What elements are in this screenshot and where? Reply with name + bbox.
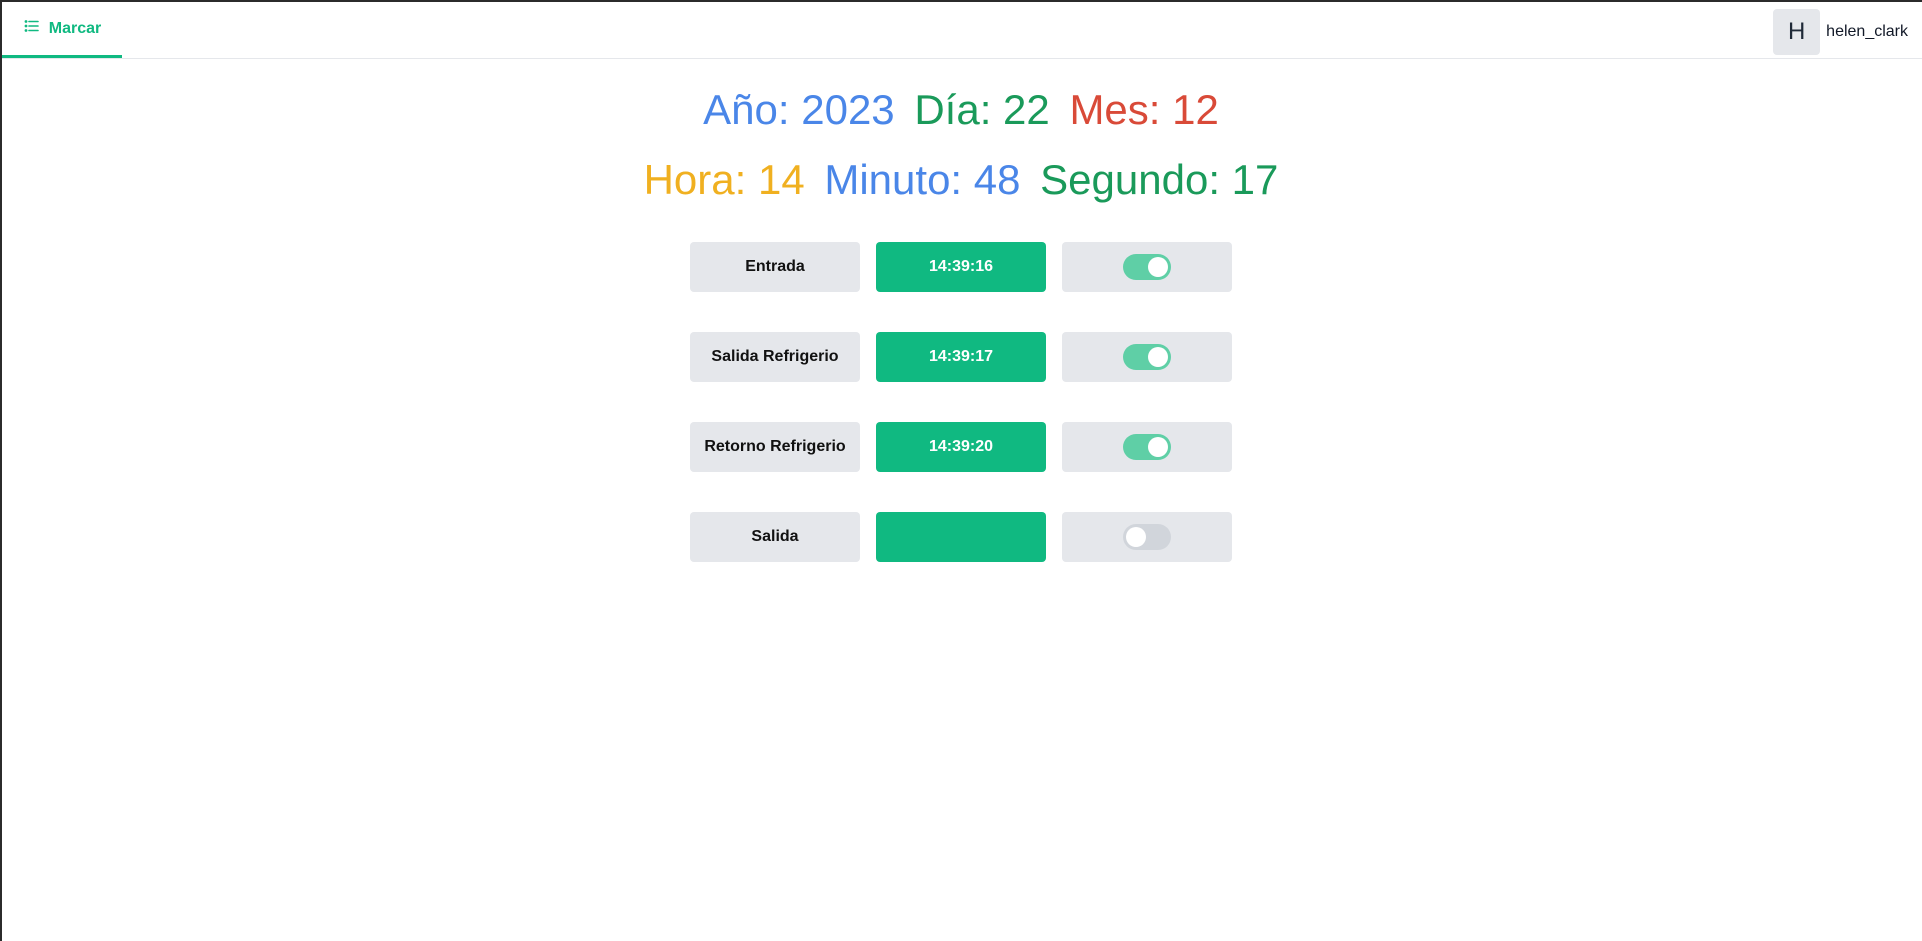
mark-label: Retorno Refrigerio xyxy=(690,422,860,472)
mark-label: Entrada xyxy=(690,242,860,292)
mark-row-salida: Salida xyxy=(690,512,1232,562)
mark-time-button[interactable]: 14:39:16 xyxy=(876,242,1046,292)
mark-label: Salida Refrigerio xyxy=(690,332,860,382)
username: helen_clark xyxy=(1826,23,1908,40)
mark-row-salida-refrigerio: Salida Refrigerio 14:39:17 xyxy=(690,332,1232,382)
mark-time-button[interactable]: 14:39:17 xyxy=(876,332,1046,382)
mark-toggle[interactable] xyxy=(1123,344,1171,370)
year-display: Año: 2023 xyxy=(703,86,895,133)
mark-toggle[interactable] xyxy=(1123,524,1171,550)
avatar[interactable]: H xyxy=(1773,9,1821,55)
mark-toggle-cell xyxy=(1062,332,1232,382)
toggle-knob xyxy=(1148,257,1168,277)
mark-label: Salida xyxy=(690,512,860,562)
time-display: Hora: 14 Minuto: 48 Segundo: 17 xyxy=(0,156,1922,204)
tab-marcar[interactable]: Marcar xyxy=(2,2,122,58)
date-display: Año: 2023 Día: 22 Mes: 12 xyxy=(0,86,1922,134)
mark-time-button[interactable] xyxy=(876,512,1046,562)
toggle-knob xyxy=(1148,437,1168,457)
month-display: Mes: 12 xyxy=(1069,86,1219,133)
user-menu[interactable]: H helen_clark xyxy=(1773,9,1908,55)
mark-toggle-cell xyxy=(1062,242,1232,292)
mark-row-entrada: Entrada 14:39:16 xyxy=(690,242,1232,292)
list-icon xyxy=(23,17,41,40)
mark-toggle[interactable] xyxy=(1123,434,1171,460)
mark-toggle-cell xyxy=(1062,512,1232,562)
toggle-knob xyxy=(1126,527,1146,547)
mark-time-button[interactable]: 14:39:20 xyxy=(876,422,1046,472)
mark-toggle-cell xyxy=(1062,422,1232,472)
mark-toggle[interactable] xyxy=(1123,254,1171,280)
top-navbar: Marcar H helen_clark xyxy=(2,2,1922,59)
hour-display: Hora: 14 xyxy=(643,156,805,203)
tab-marcar-label: Marcar xyxy=(48,19,102,37)
second-display: Segundo: 17 xyxy=(1040,156,1279,203)
mark-row-retorno-refrigerio: Retorno Refrigerio 14:39:20 xyxy=(690,422,1232,472)
day-display: Día: 22 xyxy=(914,86,1050,133)
toggle-knob xyxy=(1148,347,1168,367)
minute-display: Minuto: 48 xyxy=(824,156,1021,203)
